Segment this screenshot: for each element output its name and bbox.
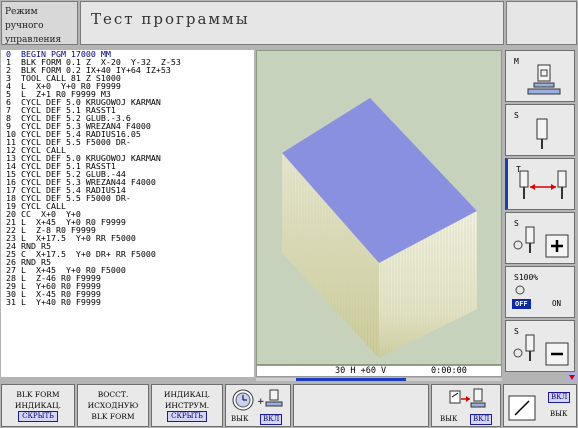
blk-form-hide-tag: СКРЫТЬ <box>18 411 58 422</box>
softkey-tool-length[interactable]: T <box>505 158 575 210</box>
probe-on: ВКЛ <box>470 414 493 425</box>
svg-text:+: + <box>257 397 265 407</box>
softkey-m-functions[interactable]: M <box>505 50 575 102</box>
softkey-empty-1[interactable] <box>293 384 429 427</box>
override-off-button[interactable]: OFF <box>512 299 531 309</box>
workpiece-block <box>282 98 477 358</box>
simulation-graphic <box>256 50 502 365</box>
softkey-reset-blk-form[interactable]: ВОССТ. ИСХОДНУЮ BLK FORM <box>77 384 149 427</box>
position-readout: 30 H +60 V <box>335 366 387 376</box>
clock-tool-icon: + <box>232 389 283 411</box>
softkey-stop-at-toggle[interactable]: + ВЫК ВКЛ <box>225 384 291 427</box>
softkey-spindle-plus[interactable]: S <box>505 212 575 264</box>
page-title: Тест программы <box>80 1 504 45</box>
reset-label-2: ИСХОДНУЮ <box>87 401 139 410</box>
time-readout: 0:00:00 <box>431 366 467 376</box>
softkey-blk-form-display[interactable]: BLK FORM ИНДИКАЦ. СКРЫТЬ <box>1 384 75 427</box>
reset-label-1: ВОССТ. <box>97 390 129 399</box>
stop-at-on: ВКЛ <box>260 414 283 425</box>
mode-line-2: управления <box>5 35 62 45</box>
linear-on: ВКЛ <box>548 392 571 403</box>
machine-icon <box>527 64 561 95</box>
probe-off: ВЫК <box>440 415 458 423</box>
scroll-arrow-icon[interactable] <box>567 372 577 382</box>
softkey-s100-label: S100% <box>514 273 539 282</box>
tool-display-label-1: ИНДИКАЦ. <box>163 390 211 399</box>
header-right-panel <box>506 1 577 45</box>
spindle-icon <box>536 118 548 149</box>
progress-indicator <box>256 378 502 381</box>
status-bar: 30 H +60 V 0:00:00 <box>256 365 502 377</box>
tool-display-label-2: ИНСТРУМ. <box>164 401 210 410</box>
spindle-rotation-icon <box>515 285 525 295</box>
softkey-spindle-override[interactable]: S100% OFF ON <box>505 266 575 318</box>
softkey-tool-display[interactable]: ИНДИКАЦ. ИНСТРУМ. СКРЫТЬ <box>151 384 223 427</box>
softkey-m-label: M <box>514 57 519 66</box>
operating-mode-label: Режим ручного управления <box>1 1 78 45</box>
tool-display-hide-tag: СКРЫТЬ <box>167 411 207 422</box>
slash-icon <box>508 395 536 421</box>
stop-at-off: ВЫК <box>231 415 249 423</box>
softkey-s-label: S <box>514 111 519 120</box>
spindle-plus-icon <box>513 226 569 258</box>
softkey-tool-probe-toggle[interactable]: ВЫК ВКЛ <box>431 384 501 427</box>
softkey-spindle-minus[interactable]: S <box>505 320 575 372</box>
spindle-minus-icon <box>513 334 569 366</box>
blk-form-label: BLK FORM <box>16 390 60 399</box>
reset-label-3: BLK FORM <box>91 412 135 421</box>
program-listing[interactable]: 0 BEGIN PGM 17000 MM 1 BLK FORM 0.1 Z X-2… <box>1 50 254 377</box>
workpiece-3d-view <box>282 98 477 358</box>
tool-measure-icon <box>519 170 567 199</box>
mode-line-1: Режим ручного <box>5 7 44 31</box>
softkey-linear-toggle[interactable]: ВКЛ ВЫК <box>503 384 577 427</box>
softkey-spindle[interactable]: S <box>505 104 575 156</box>
linear-off: ВЫК <box>550 410 568 418</box>
program-line[interactable]: 31 L Y+40 R0 F9999 <box>1 298 254 306</box>
tool-probe-icon <box>449 388 486 408</box>
blk-form-display-label: ИНДИКАЦ. <box>14 401 62 410</box>
override-on-button[interactable]: ON <box>552 299 561 308</box>
